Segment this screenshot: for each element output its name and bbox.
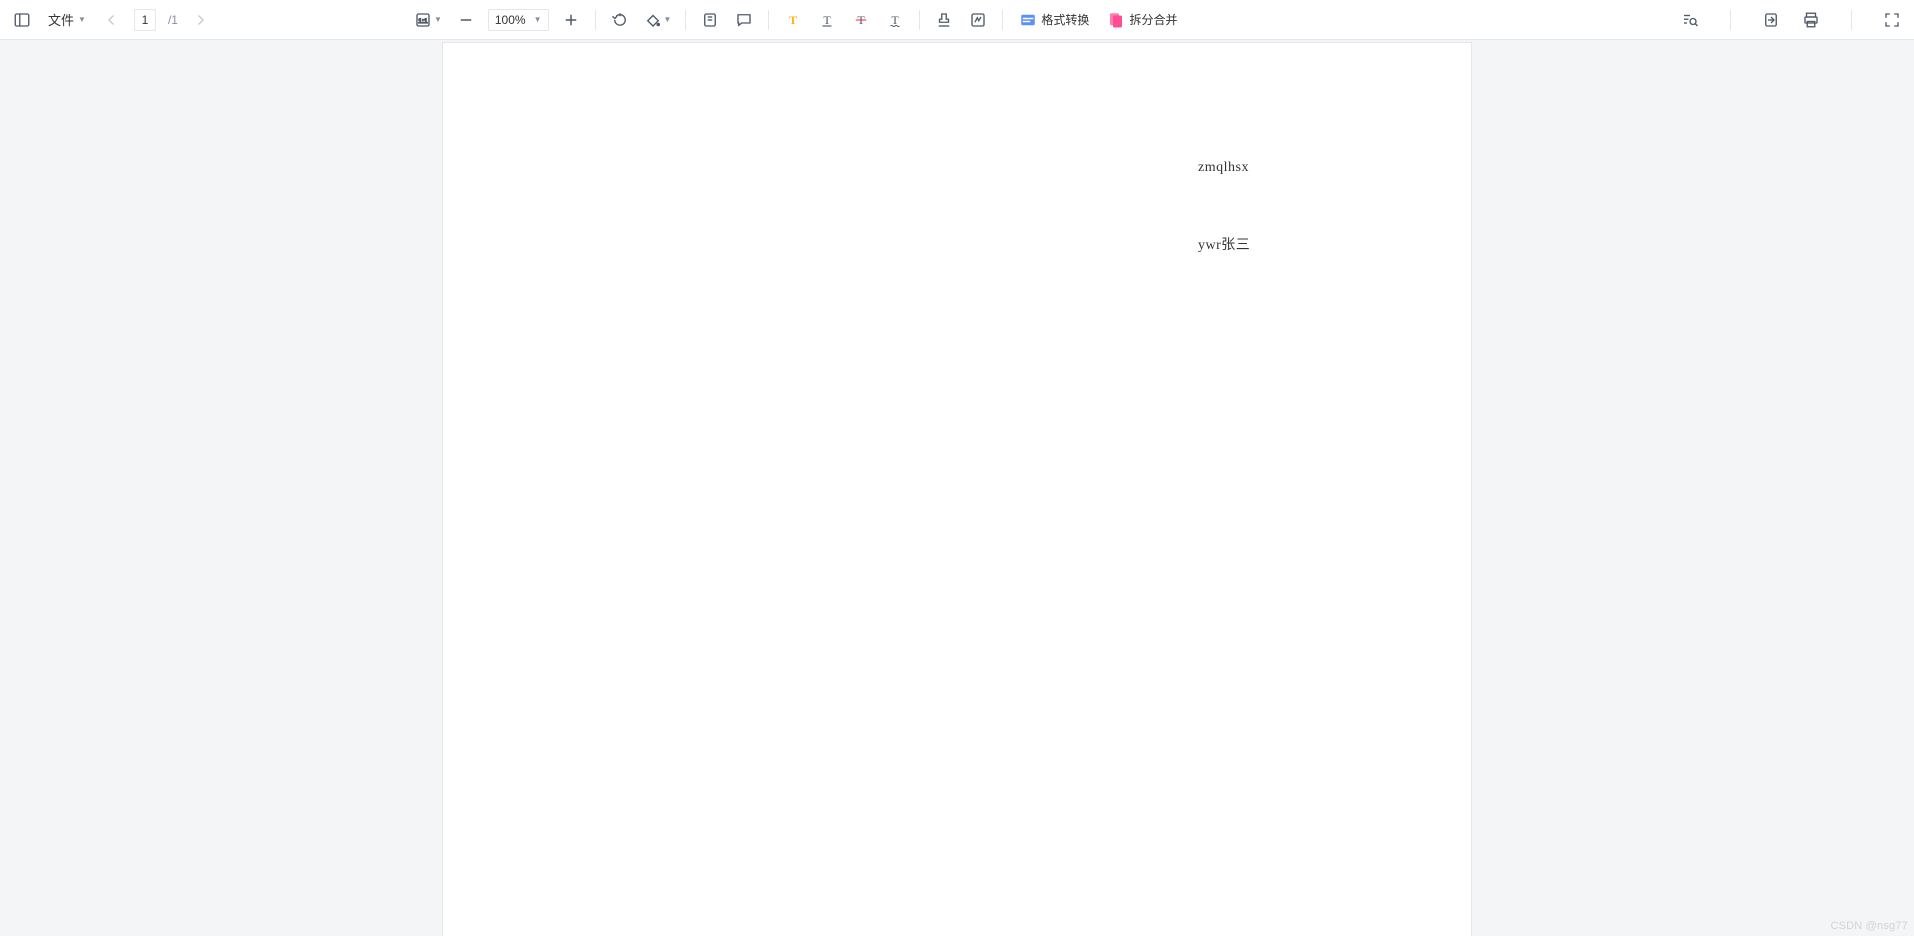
export-button[interactable] <box>1759 8 1783 32</box>
convert-icon <box>1019 11 1037 29</box>
chevron-left-icon <box>103 11 121 29</box>
text-line-1: zmqlhsx <box>1198 160 1249 176</box>
page-input[interactable] <box>134 9 156 31</box>
split-merge-button[interactable]: 拆分合并 <box>1103 9 1181 31</box>
document-page: zmqlhsx ywr张三 <box>442 42 1472 936</box>
fit-icon: 1:1 <box>414 11 432 29</box>
zoom-in-button[interactable] <box>559 8 583 32</box>
text-underline-icon: T <box>818 11 836 29</box>
caret-down-icon: ▼ <box>534 15 542 24</box>
page-total: /1 <box>168 13 178 27</box>
print-icon <box>1802 11 1820 29</box>
file-menu[interactable]: 文件 ▼ <box>44 8 90 31</box>
svg-text:T: T <box>824 12 832 26</box>
separator <box>768 10 769 30</box>
rotate-button[interactable] <box>608 8 632 32</box>
chevron-right-icon <box>191 11 209 29</box>
separator <box>595 10 596 30</box>
prev-page-button[interactable] <box>100 8 124 32</box>
convert-button[interactable]: 格式转换 <box>1015 9 1093 31</box>
caret-down-icon: ▼ <box>434 15 442 24</box>
strikethrough-text-button[interactable]: T <box>849 8 873 32</box>
fit-mode-button[interactable]: 1:1 ▼ <box>412 8 444 32</box>
text-line-2: ywr张三 <box>1198 234 1250 254</box>
svg-text:T: T <box>789 12 797 26</box>
split-merge-icon <box>1107 11 1125 29</box>
bucket-icon <box>644 11 662 29</box>
svg-text:1:1: 1:1 <box>418 18 428 25</box>
fill-color-button[interactable]: ▼ <box>642 8 674 32</box>
comment-button[interactable] <box>732 8 756 32</box>
separator <box>919 10 920 30</box>
split-merge-label: 拆分合并 <box>1129 11 1177 28</box>
find-button[interactable] <box>1678 8 1702 32</box>
signature-button[interactable] <box>966 8 990 32</box>
print-button[interactable] <box>1799 8 1823 32</box>
sidebar-toggle-button[interactable] <box>10 8 34 32</box>
caret-down-icon: ▼ <box>664 15 672 24</box>
minus-icon <box>457 11 475 29</box>
bookmark-button[interactable] <box>698 8 722 32</box>
sign-icon <box>969 11 987 29</box>
underline-text-button[interactable]: T <box>815 8 839 32</box>
separator <box>1002 10 1003 30</box>
zoom-value: 100% <box>495 13 526 27</box>
fullscreen-button[interactable] <box>1880 8 1904 32</box>
watermark: CSDN @nsg77 <box>1830 920 1908 932</box>
caret-down-icon: ▼ <box>78 15 86 24</box>
plus-icon <box>562 11 580 29</box>
separator <box>685 10 686 30</box>
right-tools <box>1678 0 1904 40</box>
bookmark-icon <box>701 11 719 29</box>
text-squiggly-icon: T <box>886 11 904 29</box>
rotate-icon <box>611 11 629 29</box>
search-list-icon <box>1681 11 1699 29</box>
next-page-button[interactable] <box>188 8 212 32</box>
highlight-text-button[interactable]: T <box>781 8 805 32</box>
zoom-select[interactable]: 100% ▼ <box>488 9 549 31</box>
toolbar: 文件 ▼ /1 1:1 ▼ 100% ▼ <box>0 0 1914 40</box>
squiggly-text-button[interactable]: T <box>883 8 907 32</box>
export-icon <box>1762 11 1780 29</box>
panel-icon <box>13 11 31 29</box>
text-strike-icon: T <box>852 11 870 29</box>
separator <box>1730 10 1731 30</box>
svg-text:T: T <box>892 12 900 26</box>
workspace[interactable]: zmqlhsx ywr张三 <box>0 40 1914 936</box>
file-menu-label: 文件 <box>48 10 74 29</box>
separator <box>1851 10 1852 30</box>
zoom-out-button[interactable] <box>454 8 478 32</box>
comment-icon <box>735 11 753 29</box>
text-highlight-icon: T <box>784 11 802 29</box>
stamp-button[interactable] <box>932 8 956 32</box>
fullscreen-icon <box>1883 11 1901 29</box>
stamp-icon <box>935 11 953 29</box>
convert-label: 格式转换 <box>1041 11 1089 28</box>
